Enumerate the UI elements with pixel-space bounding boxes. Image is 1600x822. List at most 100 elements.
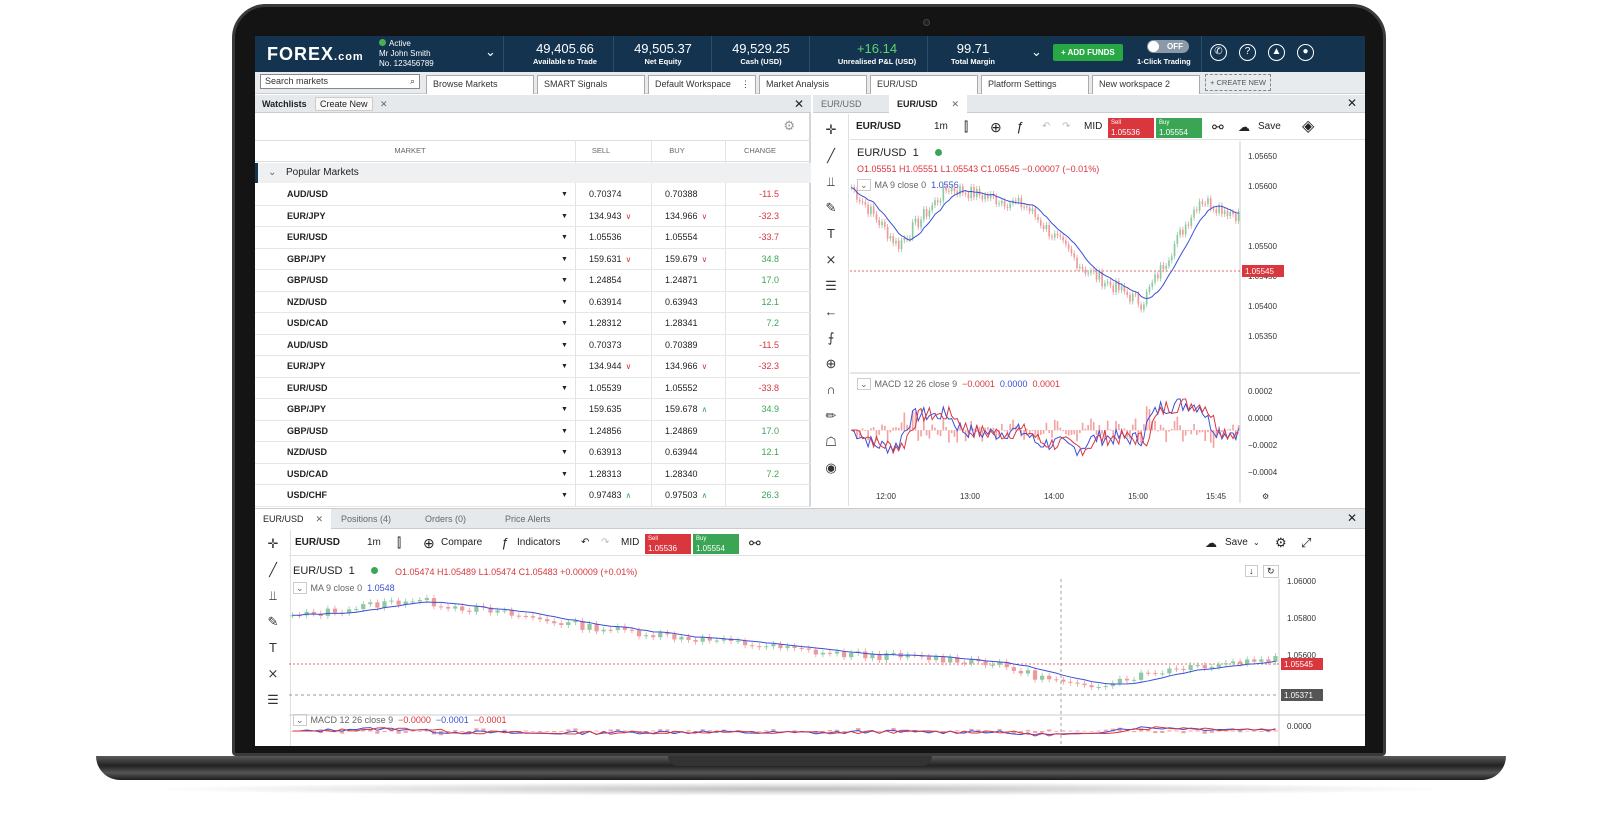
row-dropdown-icon[interactable]: ▼: [561, 442, 568, 463]
text-tool-icon[interactable]: T: [821, 224, 841, 244]
crosshair-icon[interactable]: ✛: [821, 120, 841, 140]
compare-button[interactable]: Compare: [441, 530, 482, 556]
table-row[interactable]: AUD/USD ▼ 0.70374 0.70388 -11.5: [255, 184, 811, 206]
close-tab-icon[interactable]: ✕: [952, 99, 960, 109]
buy-cell[interactable]: 0.63943: [665, 292, 698, 313]
row-dropdown-icon[interactable]: ▼: [561, 335, 568, 356]
interval-selector[interactable]: 1m: [934, 114, 948, 140]
cloud-save-icon[interactable]: ☁: [1238, 114, 1250, 140]
buy-cell[interactable]: 134.966 ∨: [665, 206, 707, 227]
table-row[interactable]: GBP/USD ▼ 1.24856 1.24869 17.0: [255, 421, 811, 442]
add-funds-button[interactable]: + ADD FUNDS: [1053, 44, 1123, 61]
sell-cell[interactable]: 134.944 ∨: [589, 356, 631, 377]
sell-cell[interactable]: 1.24856: [589, 421, 622, 442]
mid-price-toggle[interactable]: MID: [1084, 114, 1102, 140]
row-dropdown-icon[interactable]: ▼: [561, 227, 568, 248]
pitchfork-icon[interactable]: ⫫: [821, 172, 841, 192]
candle-type-icon[interactable]: ⫿: [964, 114, 968, 140]
sell-cell[interactable]: 0.97483 ∧: [589, 485, 631, 506]
table-row[interactable]: USD/CHF ▼ 0.97483 ∧ 0.97503 ∧ 26.3: [255, 485, 811, 507]
redo-icon[interactable]: ↷: [601, 530, 609, 556]
sell-cell[interactable]: 159.635: [589, 399, 622, 420]
sell-cell[interactable]: 0.63913: [589, 442, 622, 463]
brush-icon[interactable]: ✎: [821, 198, 841, 218]
row-dropdown-icon[interactable]: ▼: [561, 313, 568, 334]
create-watchlist-button[interactable]: Create New: [315, 97, 373, 111]
crosshair-icon[interactable]: ✛: [263, 534, 283, 554]
eye-icon[interactable]: ◉: [821, 458, 841, 478]
undo-icon[interactable]: ↶: [1042, 114, 1050, 140]
mid-price-toggle[interactable]: MID: [621, 530, 639, 556]
tab-browse-markets[interactable]: Browse Markets: [426, 75, 534, 94]
unlock-icon[interactable]: ☖: [821, 432, 841, 452]
market-name[interactable]: NZD/USD: [287, 292, 327, 313]
magnet-icon[interactable]: ∩: [821, 380, 841, 400]
col-market[interactable]: MARKET: [375, 141, 445, 161]
ruler-icon[interactable]: ⨍: [821, 328, 841, 348]
pitchfork-icon[interactable]: ⫫: [263, 586, 283, 606]
sell-cell[interactable]: 1.24854: [589, 270, 622, 291]
pattern-icon[interactable]: ⨯: [263, 664, 283, 684]
buy-cell[interactable]: 1.28341: [665, 313, 698, 334]
create-new-workspace-button[interactable]: + CREATE NEW: [1205, 74, 1271, 91]
table-row[interactable]: NZD/USD ▼ 0.63913 0.63944 12.1: [255, 442, 811, 464]
table-row[interactable]: EUR/JPY ▼ 134.944 ∨ 134.966 ∨ -32.3: [255, 356, 811, 378]
search-icon[interactable]: ⌕: [410, 75, 415, 88]
row-dropdown-icon[interactable]: ▼: [561, 292, 568, 313]
buy-cell[interactable]: 159.678 ∧: [665, 399, 707, 420]
table-row[interactable]: AUD/USD ▼ 0.70373 0.70389 -11.5: [255, 335, 811, 356]
link-icon[interactable]: ⚯: [1212, 114, 1224, 140]
brush-icon[interactable]: ✎: [263, 612, 283, 632]
redo-icon[interactable]: ↷: [1062, 114, 1070, 140]
col-sell[interactable]: SELL: [571, 141, 631, 161]
row-dropdown-icon[interactable]: ▼: [561, 421, 568, 442]
bottom-tab-chart[interactable]: EUR/USD ✕: [255, 509, 332, 529]
table-row[interactable]: EUR/JPY ▼ 134.943 ∨ 134.966 ∨ -32.3: [255, 206, 811, 227]
one-click-toggle[interactable]: OFF: [1147, 40, 1189, 53]
lock-drawing-icon[interactable]: ✏: [821, 406, 841, 426]
symbol-selector[interactable]: EUR/USD: [856, 114, 901, 140]
undo-icon[interactable]: ↶: [581, 530, 589, 556]
link-icon[interactable]: ⚯: [749, 530, 761, 556]
market-name[interactable]: USD/CHF: [287, 485, 327, 506]
close-panel-icon[interactable]: ✕: [794, 97, 804, 111]
chevron-down-icon[interactable]: ⌄: [1253, 530, 1260, 556]
sell-cell[interactable]: 0.63914: [589, 292, 622, 313]
close-panel-icon[interactable]: ✕: [1347, 511, 1357, 525]
row-dropdown-icon[interactable]: ▼: [561, 399, 568, 420]
compare-icon[interactable]: ⊕: [990, 114, 1002, 140]
tab-platform-settings[interactable]: Platform Settings: [981, 75, 1089, 94]
search-input[interactable]: Search markets ⌕: [260, 74, 420, 89]
watchlist-title[interactable]: Watchlists: [262, 99, 307, 109]
row-dropdown-icon[interactable]: ▼: [561, 464, 568, 485]
col-buy[interactable]: BUY: [647, 141, 707, 161]
compare-icon[interactable]: ⊕: [423, 530, 435, 556]
market-name[interactable]: EUR/USD: [287, 378, 328, 399]
row-dropdown-icon[interactable]: ▼: [561, 249, 568, 270]
layers-icon[interactable]: ◈: [1302, 114, 1314, 140]
buy-cell[interactable]: 1.24869: [665, 421, 698, 442]
group-popular-markets[interactable]: ⌄ Popular Markets: [255, 163, 811, 183]
buy-cell[interactable]: 0.70388: [665, 184, 698, 205]
symbol-selector[interactable]: EUR/USD: [295, 530, 340, 556]
price-chart[interactable]: 1.060001.058001.056001.055451.053710.000…: [289, 557, 1365, 746]
row-dropdown-icon[interactable]: ▼: [561, 485, 568, 506]
chart-tab-active[interactable]: EUR/USD ✕: [889, 95, 968, 113]
buy-cell[interactable]: 0.63944: [665, 442, 698, 463]
tab-menu-icon[interactable]: ⋮: [741, 76, 750, 93]
help-icon[interactable]: ?: [1239, 44, 1256, 61]
back-arrow-icon[interactable]: ←: [821, 302, 841, 322]
interval-selector[interactable]: 1m: [367, 530, 381, 556]
market-name[interactable]: USD/CAD: [287, 313, 328, 334]
buy-cell[interactable]: 159.679 ∨: [665, 249, 707, 270]
zoom-icon[interactable]: ⊕: [821, 354, 841, 374]
gear-icon[interactable]: ⚙: [1275, 530, 1287, 556]
sell-cell[interactable]: 134.943 ∨: [589, 206, 631, 227]
table-row[interactable]: EUR/USD ▼ 1.05539 1.05552 -33.8: [255, 378, 811, 399]
market-name[interactable]: EUR/JPY: [287, 206, 326, 227]
sell-cell[interactable]: 159.631 ∨: [589, 249, 631, 270]
market-name[interactable]: GBP/JPY: [287, 249, 326, 270]
forecast-icon[interactable]: ☰: [821, 276, 841, 296]
user-icon[interactable]: ●: [1297, 44, 1314, 61]
save-button[interactable]: Save: [1258, 114, 1281, 140]
